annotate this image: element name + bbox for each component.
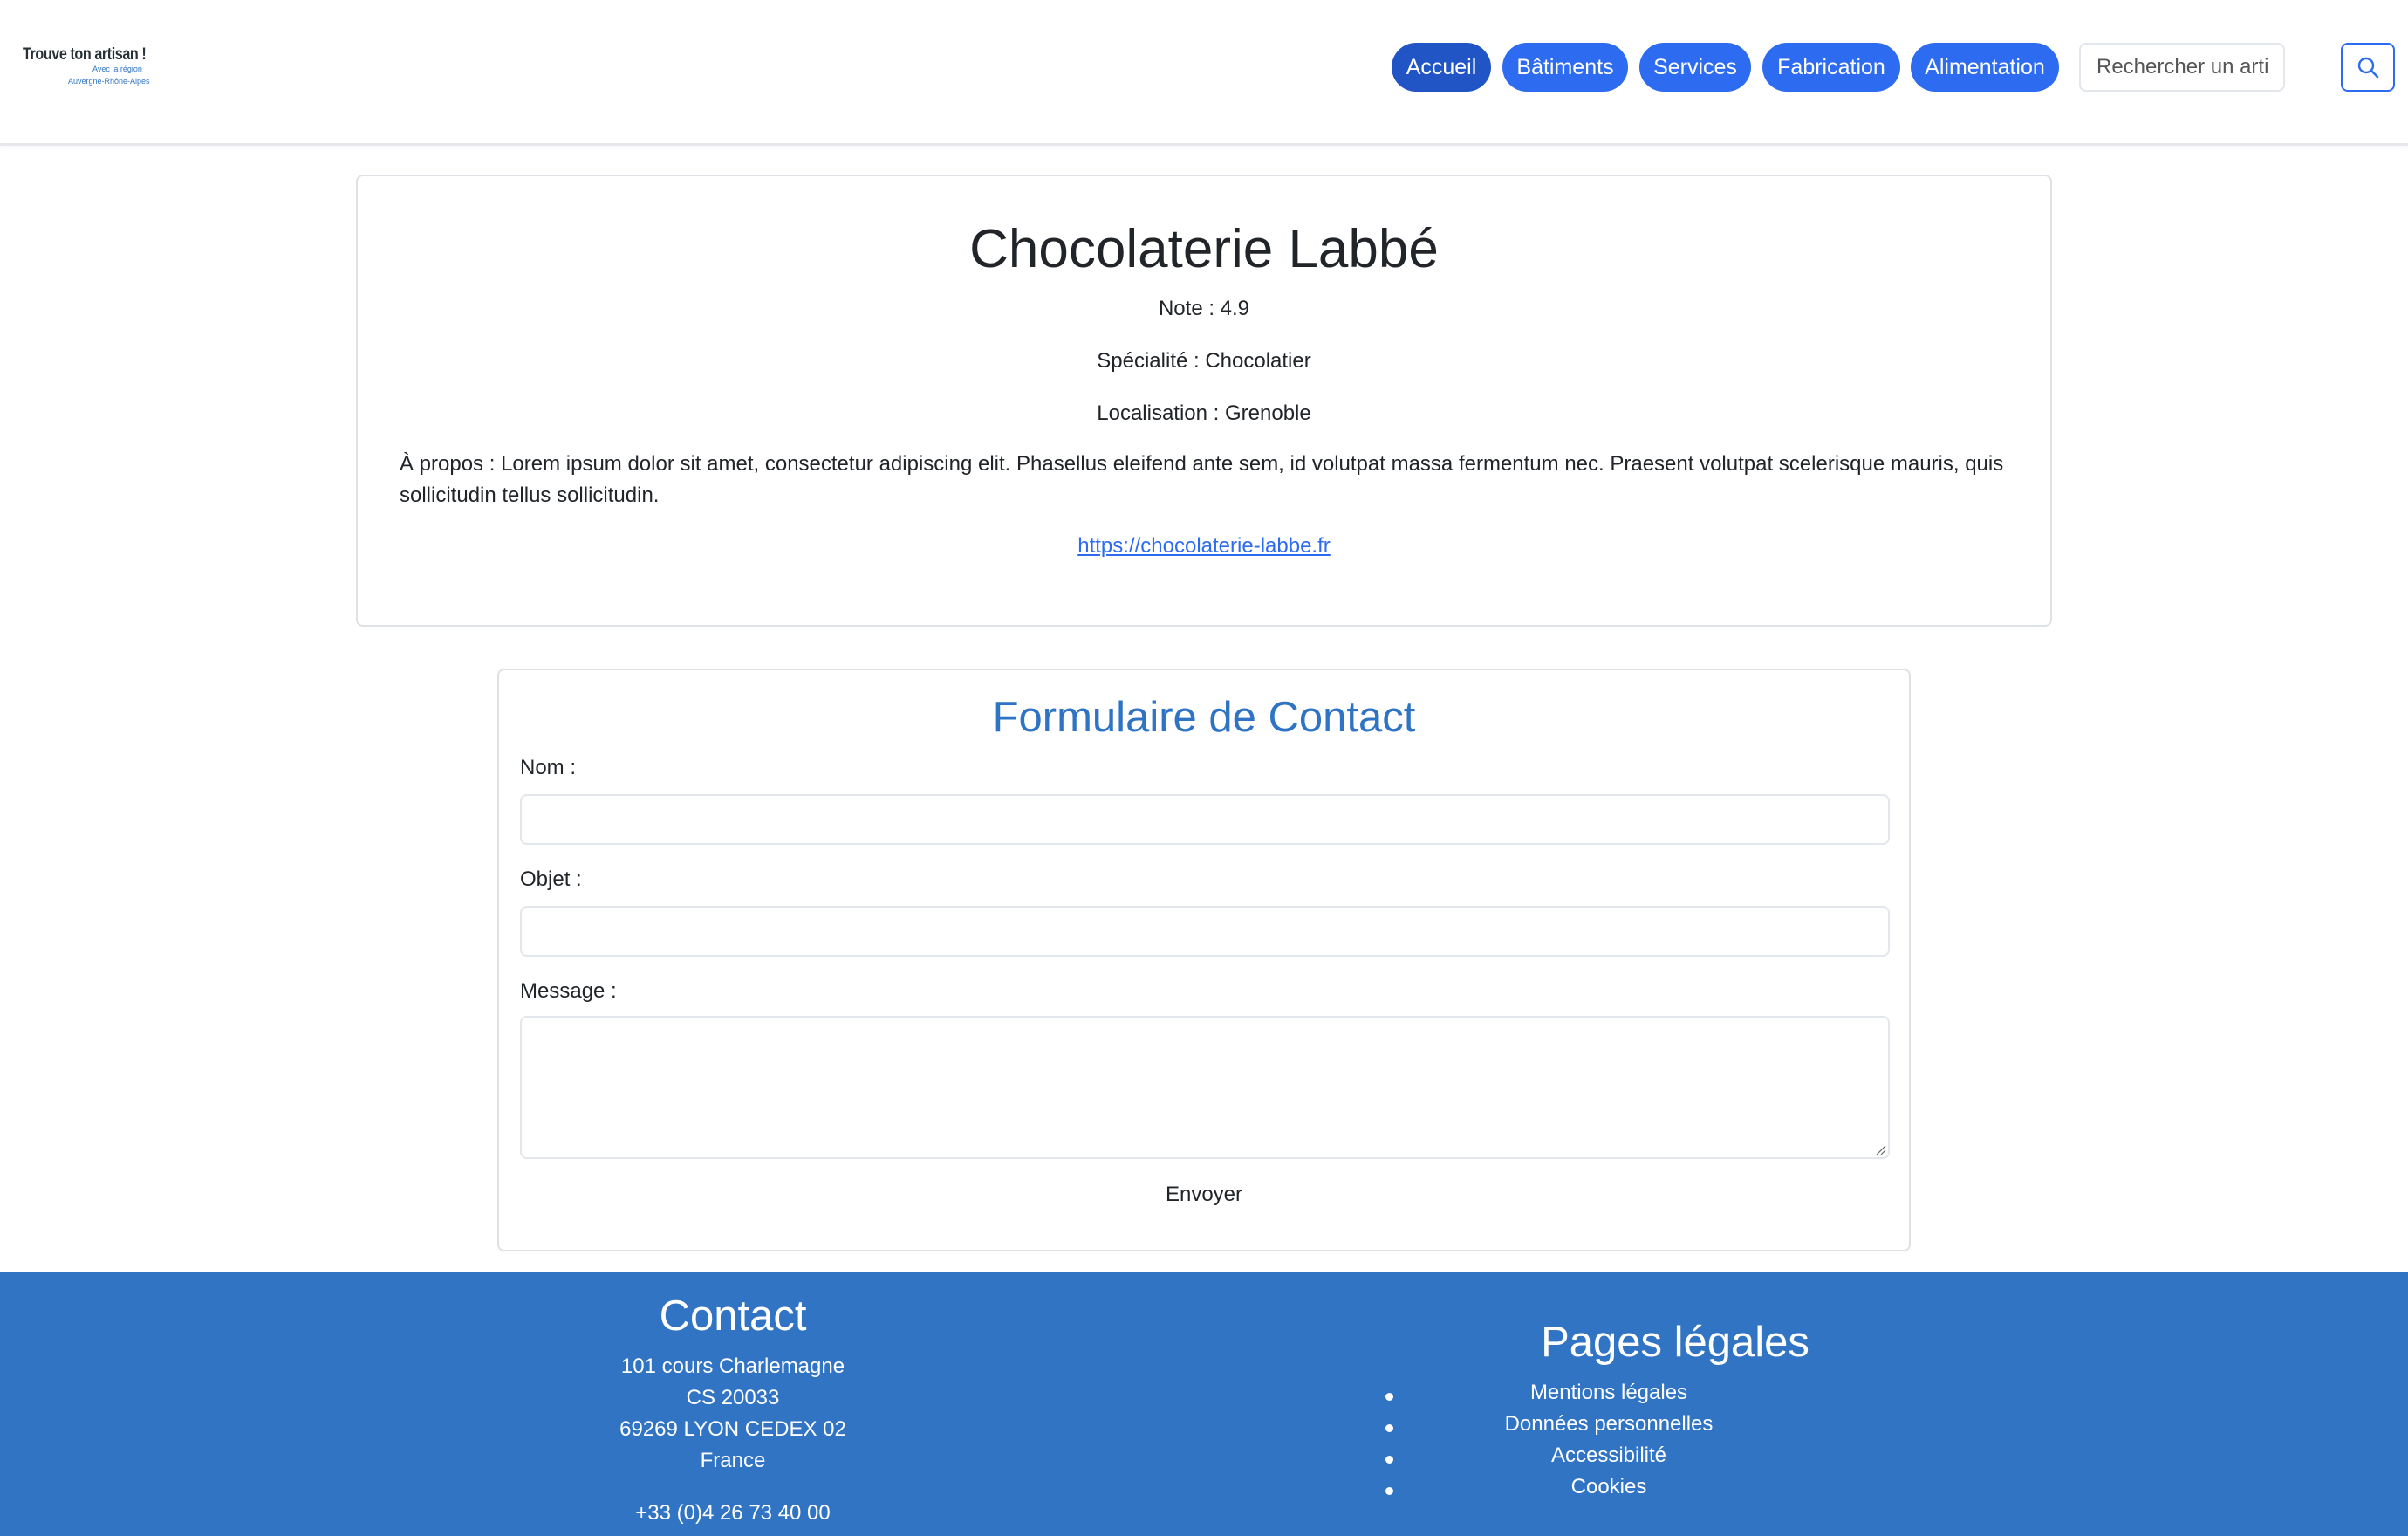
legal-link-mentions[interactable]: Mentions légales — [1380, 1381, 1837, 1405]
site-header: Trouve ton artisan ! Avec la région Auve… — [0, 0, 2408, 146]
legal-link-accessibilite[interactable]: Accessibilité — [1380, 1443, 1837, 1468]
message-field[interactable] — [520, 1016, 1890, 1159]
name-label: Nom : — [520, 756, 577, 779]
website-container: https://chocolaterie-labbe.fr — [358, 534, 2050, 559]
message-label: Message : — [520, 979, 617, 1003]
search-input[interactable] — [2079, 43, 2285, 92]
contact-form-title: Formulaire de Contact — [992, 694, 1416, 741]
nav-accueil[interactable]: Accueil — [1392, 43, 1491, 92]
artisan-website-link[interactable]: https://chocolaterie-labbe.fr — [1077, 534, 1331, 558]
site-footer: Contact 101 cours Charlemagne CS 20033 6… — [0, 1272, 2408, 1536]
artisan-name: Chocolaterie Labbé — [969, 219, 1439, 279]
subject-label: Objet : — [520, 867, 582, 891]
footer-address-line: France — [700, 1449, 766, 1472]
nav-alimentation[interactable]: Alimentation — [1911, 43, 2059, 92]
footer-phone: +33 (0)4 26 73 40 00 — [635, 1501, 831, 1525]
logo-subtitle: Avec la région — [92, 65, 142, 73]
artisan-profile-card: Chocolaterie Labbé Note : 4.9 Spécialité… — [356, 175, 2052, 627]
contact-form: Formulaire de Contact Nom : Objet : Mess… — [497, 669, 1911, 1251]
footer-address-line: CS 20033 — [686, 1386, 780, 1409]
search-button[interactable] — [2341, 43, 2395, 92]
artisan-specialty: Spécialité : Chocolatier — [1097, 349, 1311, 373]
footer-address-line: 101 cours Charlemagne — [620, 1354, 845, 1378]
resize-handle-icon[interactable] — [1876, 1145, 1886, 1155]
legal-link-cookies[interactable]: Cookies — [1380, 1475, 1837, 1499]
search-icon — [2357, 57, 2379, 79]
logo-region: Auvergne-Rhône-Alpes — [68, 77, 150, 86]
nav-batiments[interactable]: Bâtiments — [1502, 43, 1628, 92]
send-button[interactable]: Envoyer — [499, 1182, 1909, 1208]
site-logo[interactable]: Trouve ton artisan ! Avec la région Auve… — [23, 44, 154, 93]
artisan-location: Localisation : Grenoble — [1097, 401, 1311, 425]
footer-contact-title: Contact — [659, 1293, 807, 1340]
legal-link-donnees[interactable]: Données personnelles — [1380, 1412, 1837, 1437]
artisan-rating: Note : 4.9 — [1158, 297, 1250, 320]
footer-address-line: 69269 LYON CEDEX 02 — [619, 1417, 846, 1441]
logo-title: Trouve ton artisan ! — [23, 45, 147, 64]
nav-fabrication[interactable]: Fabrication — [1762, 43, 1900, 92]
name-field[interactable] — [520, 794, 1890, 845]
artisan-about: À propos : Lorem ipsum dolor sit amet, c… — [400, 452, 2004, 507]
subject-field[interactable] — [520, 906, 1890, 957]
nav-services[interactable]: Services — [1639, 43, 1751, 92]
footer-legal-title: Pages légales — [1541, 1319, 1809, 1366]
